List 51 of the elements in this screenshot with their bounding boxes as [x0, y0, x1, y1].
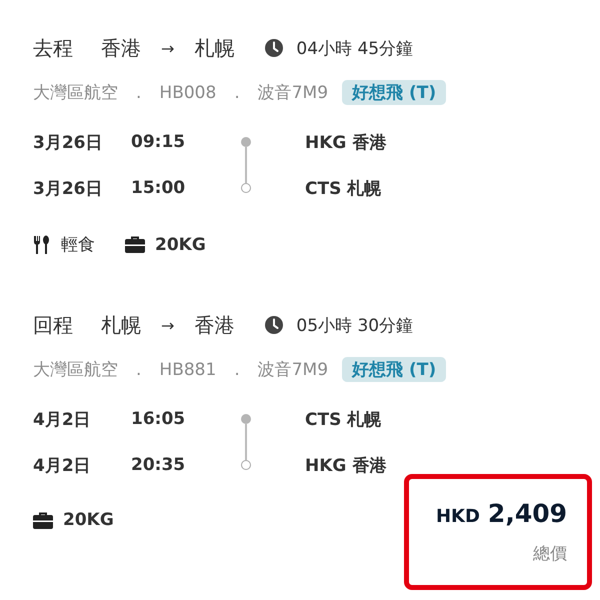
timeline-line — [245, 147, 247, 183]
aircraft-type: 波音7M9 — [258, 359, 328, 381]
direction-label: 回程 — [33, 312, 73, 338]
airline-name: 大灣區航空 — [33, 359, 118, 381]
clock-icon — [264, 38, 284, 58]
clock-icon — [264, 315, 284, 335]
fare-tag: 好想飛 (T) — [342, 357, 446, 382]
briefcase-icon — [125, 236, 145, 253]
airport-name: CTS 札幌 — [305, 178, 382, 200]
amenity-label: 20KG — [155, 234, 206, 254]
departure-dot-icon — [241, 414, 251, 424]
arrival-dot-icon — [241, 460, 251, 470]
stop-time: 09:15 — [131, 132, 186, 152]
origin-city: 札幌 — [101, 312, 141, 338]
route-arrow: → — [161, 38, 174, 58]
amenity-label: 20KG — [63, 510, 114, 530]
utensils-icon — [33, 234, 51, 254]
separator-dot: . — [136, 360, 142, 380]
destination-city: 香港 — [194, 312, 234, 338]
fare-tag: 好想飛 (T) — [342, 80, 446, 105]
destination-city: 札幌 — [194, 34, 234, 62]
stop-date: 3月26日 — [33, 178, 104, 200]
flight-duration: 04小時 45分鐘 — [296, 38, 414, 60]
price-currency: HKD — [436, 506, 480, 527]
timeline-line — [245, 424, 247, 460]
stop-time: 16:05 — [131, 409, 186, 429]
stop-date: 4月2日 — [33, 454, 92, 476]
direction-label: 去程 — [33, 34, 73, 62]
briefcase-icon — [33, 512, 53, 528]
separator-dot: . — [234, 82, 240, 102]
airport-name: CTS 札幌 — [305, 408, 382, 430]
stop-date: 4月2日 — [33, 408, 92, 430]
total-price-label: 總價 — [533, 543, 567, 565]
flight-number: HB008 — [159, 82, 216, 102]
departure-dot-icon — [241, 137, 251, 147]
airport-name: HKG 香港 — [305, 132, 386, 154]
airline-name: 大灣區航空 — [33, 82, 118, 104]
origin-city: 香港 — [101, 34, 141, 62]
airport-name: HKG 香港 — [305, 454, 386, 476]
price-amount: 2,409 — [488, 499, 567, 528]
arrival-dot-icon — [241, 183, 251, 193]
amenity-label: 輕食 — [61, 234, 95, 256]
stop-time: 20:35 — [131, 455, 186, 475]
separator-dot: . — [234, 360, 240, 380]
aircraft-type: 波音7M9 — [258, 82, 328, 104]
flight-number: HB881 — [159, 360, 216, 380]
route-arrow: → — [161, 316, 174, 334]
stop-time: 15:00 — [131, 178, 186, 198]
stop-date: 3月26日 — [33, 132, 104, 154]
separator-dot: . — [136, 82, 142, 102]
flight-duration: 05小時 30分鐘 — [296, 314, 414, 336]
